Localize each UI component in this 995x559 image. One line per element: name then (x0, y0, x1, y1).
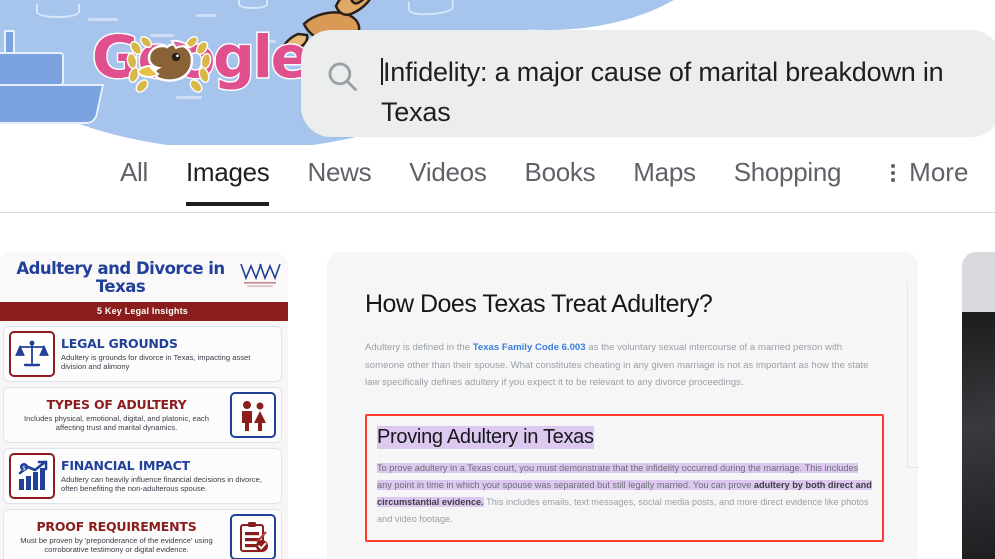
section-heading: TYPES OF ADULTERY (46, 396, 187, 412)
section-body: Adultery can heavily influence financial… (61, 474, 262, 494)
kebab-menu-icon (891, 163, 896, 182)
more-label: More (909, 157, 969, 187)
search-icon (328, 62, 357, 91)
infographic-section-financial-impact: $ FINANCIAL IMPACT Adultery can heavily … (3, 448, 282, 504)
doodle-boat-icon (36, 4, 80, 18)
search-input[interactable]: Infidelity: a major cause of marital bre… (381, 52, 995, 132)
svg-text:$: $ (22, 465, 26, 472)
law-firm-monogram-logo (240, 263, 281, 287)
doodle-ship-icon (0, 52, 64, 86)
search-box[interactable]: Infidelity: a major cause of marital bre… (301, 30, 995, 137)
doodle-ship-hull-icon (0, 84, 105, 124)
tab-shopping[interactable]: Shopping (734, 145, 842, 206)
bar-chart-growth-icon: $ (9, 453, 55, 499)
texas-family-code-link[interactable]: Texas Family Code 6.003 (473, 342, 586, 353)
section-body: Must be proven by 'preponderance of the … (20, 535, 213, 555)
result-card-article[interactable]: How Does Texas Treat Adultery? Adultery … (327, 252, 918, 559)
article-paragraph-intro: Adultery is defined in the Texas Family … (365, 339, 884, 392)
doodle-boat-icon (238, 0, 268, 9)
section-body: Includes physical, emotional, digital, a… (24, 413, 209, 433)
result-card-infographic[interactable]: Adultery and Divorce in Texas 5 Key Lega… (0, 252, 288, 559)
scales-of-justice-icon (9, 331, 55, 377)
tab-videos[interactable]: Videos (409, 145, 487, 206)
infographic-section-legal-grounds: LEGAL GROUNDS Adultery is grounds for di… (3, 326, 282, 382)
result-card-third-clipped[interactable] (962, 252, 995, 559)
article-scrollbar-track[interactable] (907, 282, 918, 468)
image-results-grid: Adultery and Divorce in Texas 5 Key Lega… (0, 214, 995, 559)
infographic-header: Adultery and Divorce in Texas (0, 252, 288, 302)
doodle-ship-funnel-icon (4, 30, 15, 54)
thumbnail-top-band (962, 252, 995, 312)
search-nav-tabs: All Images News Videos Books Maps Shoppi… (0, 145, 995, 213)
section-heading: LEGAL GROUNDS (61, 335, 178, 351)
more-tools-button[interactable]: More (891, 145, 968, 206)
article-heading: How Does Texas Treat Adultery? (365, 290, 713, 318)
doodle-header: Google Google Infidelity: a major cause … (0, 0, 995, 145)
article-paragraph-proving: To prove adultery in a Texas court, you … (377, 460, 872, 528)
tab-books[interactable]: Books (525, 145, 596, 206)
doodle-duck-head-icon (136, 39, 194, 82)
paragraph-intro-pre: Adultery is defined in the (365, 342, 473, 353)
infographic-section-types-of-adultery: TYPES OF ADULTERY Includes physical, emo… (3, 387, 282, 443)
doodle-wave (196, 14, 216, 17)
search-query-text: Infidelity: a major cause of marital bre… (381, 57, 951, 127)
tab-images[interactable]: Images (186, 145, 270, 206)
tab-all[interactable]: All (120, 145, 148, 206)
tab-maps[interactable]: Maps (633, 145, 696, 206)
section-body: Adultery is grounds for divorce in Texas… (61, 352, 251, 372)
infographic-subtitle: 5 Key Legal Insights (0, 302, 288, 321)
couple-figures-icon (230, 392, 276, 438)
highlighted-region-box: Proving Adultery in Texas To prove adult… (365, 413, 884, 542)
tab-news[interactable]: News (307, 145, 371, 206)
thumbnail-image (962, 312, 995, 559)
infographic-title: Adultery and Divorce in Texas (16, 259, 225, 296)
section-heading: FINANCIAL IMPACT (61, 457, 190, 473)
section-heading: PROOF REQUIREMENTS (36, 518, 197, 534)
article-subheading: Proving Adultery in Texas (377, 425, 594, 449)
infographic-section-proof-requirements: PROOF REQUIREMENTS Must be proven by 'pr… (3, 509, 282, 559)
doodle-wave (88, 18, 118, 21)
clipboard-checklist-icon (230, 514, 276, 559)
